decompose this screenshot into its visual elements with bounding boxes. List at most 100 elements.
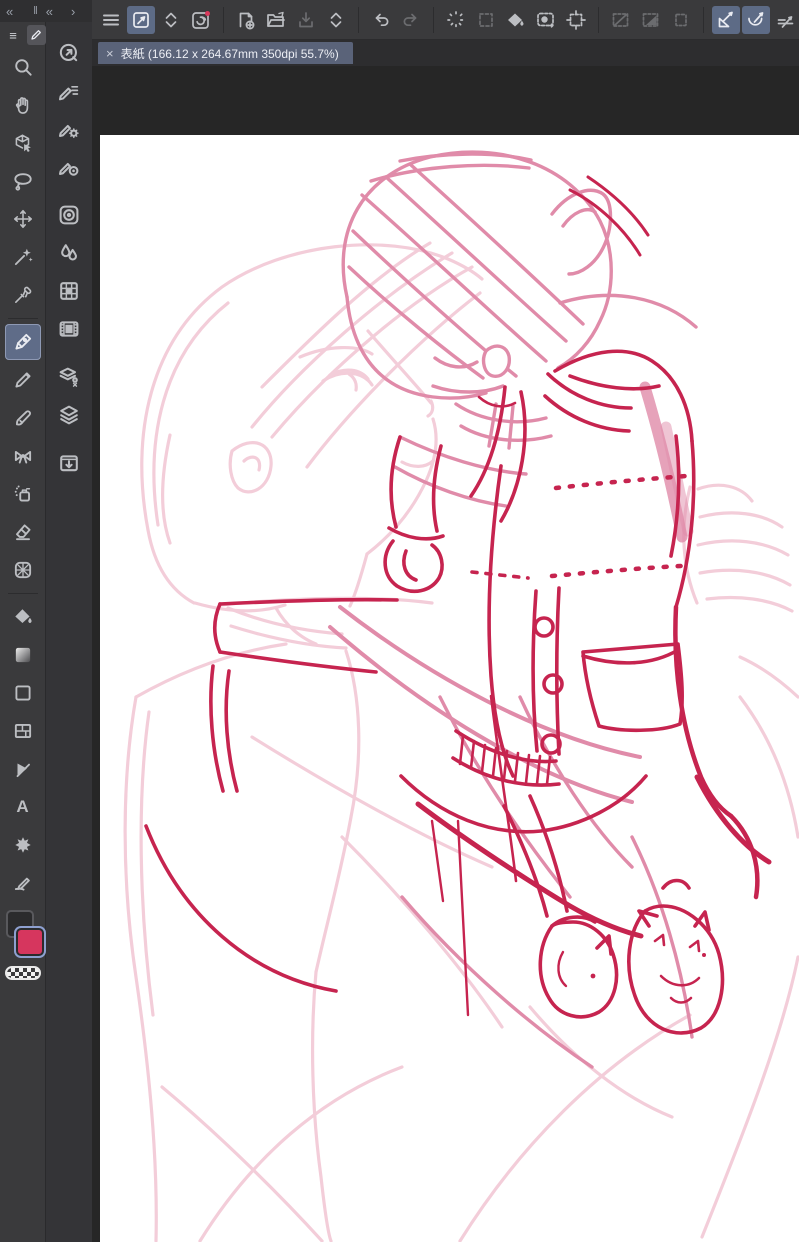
expand-dock-icon[interactable]: › xyxy=(71,4,75,19)
gradient-icon xyxy=(15,647,30,663)
fill-button[interactable] xyxy=(502,6,530,34)
palette-timeline[interactable] xyxy=(52,312,86,346)
hand-icon xyxy=(15,97,28,114)
save-chevrons-button[interactable] xyxy=(322,6,350,34)
divider xyxy=(598,6,599,33)
selection-launcher-line-button[interactable] xyxy=(607,6,635,34)
sub-color-swatch[interactable] xyxy=(15,928,44,956)
palette-color-set[interactable] xyxy=(52,274,86,308)
subtool-icon xyxy=(58,85,79,101)
brush-icon xyxy=(15,410,31,426)
new-document-button[interactable] xyxy=(232,6,260,34)
open-file-button[interactable] xyxy=(262,6,290,34)
tool-auto-select[interactable] xyxy=(5,239,41,275)
redo-button[interactable] xyxy=(397,6,425,34)
palette-sub-tool[interactable] xyxy=(52,74,86,108)
clip-studio-logo-icon xyxy=(192,10,210,29)
tool-blend[interactable] xyxy=(5,552,41,588)
tool-move-layer[interactable] xyxy=(5,201,41,237)
tool-palette: ≡ A xyxy=(0,22,46,1242)
close-icon[interactable]: × xyxy=(106,47,114,60)
tool-fill[interactable] xyxy=(5,599,41,635)
reselect-icon xyxy=(479,12,493,27)
dock-controls: « ‖ « › xyxy=(0,0,92,22)
tool-figure[interactable] xyxy=(5,675,41,711)
collapse-dock-left-icon[interactable]: « xyxy=(6,4,13,19)
tool-hand[interactable] xyxy=(5,87,41,123)
tool-pen[interactable] xyxy=(4,324,41,360)
menu-icon xyxy=(103,14,119,25)
palette-bar xyxy=(46,22,92,1242)
frame-panel-icon xyxy=(14,724,31,738)
new-document-icon xyxy=(239,12,255,29)
paste-material-button[interactable] xyxy=(532,6,560,34)
eyedropper-icon xyxy=(14,286,31,303)
selection-launcher-plain-button[interactable] xyxy=(667,6,695,34)
tool-decoration[interactable] xyxy=(5,438,41,474)
tool-text[interactable]: A xyxy=(5,789,41,825)
tool-eyedropper[interactable] xyxy=(5,277,41,313)
tool-pencil[interactable] xyxy=(5,362,41,398)
palette-material[interactable] xyxy=(52,446,86,480)
collapse-dock-icon[interactable]: « xyxy=(46,4,53,19)
palette-layer-property[interactable] xyxy=(52,360,86,394)
divider xyxy=(358,6,359,33)
zoom-icon xyxy=(14,59,32,76)
eraser-icon xyxy=(15,524,31,541)
tool-ruler[interactable] xyxy=(5,751,41,787)
deselect-button[interactable] xyxy=(442,6,470,34)
tool-correct-line[interactable] xyxy=(5,865,41,901)
dock-divider-glyph: ‖ xyxy=(33,5,38,17)
snap-ruler-icon xyxy=(718,11,733,27)
move-icon xyxy=(13,209,32,229)
sketch-artwork xyxy=(123,150,799,1242)
palette-menu-icon[interactable]: ≡ xyxy=(4,25,23,45)
palette-tool-property[interactable] xyxy=(52,112,86,146)
layer-property-icon xyxy=(59,367,78,387)
tool-balloon[interactable] xyxy=(5,827,41,863)
undo-button[interactable] xyxy=(367,6,395,34)
ribbon-bow-icon xyxy=(14,450,31,464)
palette-color-slider[interactable] xyxy=(52,236,86,270)
correct-line-icon xyxy=(14,877,30,891)
palette-brush-size[interactable] xyxy=(52,150,86,184)
layers-icon xyxy=(60,405,78,425)
tool-switch-chevrons-button[interactable] xyxy=(157,6,185,34)
tool-eraser[interactable] xyxy=(5,514,41,550)
save-button[interactable] xyxy=(292,6,320,34)
snap-to-special-ruler-button[interactable] xyxy=(742,5,770,34)
pencil-icon xyxy=(14,372,31,388)
object-cube-icon xyxy=(15,134,31,153)
clip-studio-logo-button[interactable] xyxy=(187,6,215,34)
divider xyxy=(703,6,704,33)
palette-layer[interactable] xyxy=(52,398,86,432)
tool-property-icon xyxy=(58,124,79,139)
airbrush-icon xyxy=(14,485,30,502)
chevron-updown-icon xyxy=(165,12,177,27)
undo-icon xyxy=(375,13,389,26)
document-tab[interactable]: × 表紙 (166.12 x 264.67mm 350dpi 55.7%) xyxy=(98,42,353,64)
snap-to-grid-button[interactable] xyxy=(772,6,799,34)
tool-airbrush[interactable] xyxy=(5,476,41,512)
tool-object[interactable] xyxy=(5,125,41,161)
snap-to-ruler-button[interactable] xyxy=(712,5,740,34)
tool-gradient[interactable] xyxy=(5,637,41,673)
operation-tool-toggle[interactable] xyxy=(127,5,155,34)
filmstrip-icon xyxy=(59,321,79,337)
deselect-burst-icon xyxy=(447,10,465,29)
selection-launcher-area-button[interactable] xyxy=(637,6,665,34)
tool-zoom[interactable] xyxy=(5,49,41,85)
canvas-page[interactable] xyxy=(100,135,799,1242)
tool-frame-border[interactable] xyxy=(5,713,41,749)
palette-quick-access[interactable] xyxy=(52,36,86,70)
palette-color-wheel[interactable] xyxy=(52,198,86,232)
main-menu-button[interactable] xyxy=(97,6,125,34)
tool-brush[interactable] xyxy=(5,400,41,436)
open-folder-icon xyxy=(267,11,285,27)
command-bar xyxy=(92,0,799,40)
change-canvas-size-button[interactable] xyxy=(562,6,590,34)
selection-area-icon xyxy=(642,12,659,27)
tool-lasso[interactable] xyxy=(5,163,41,199)
transparent-color-swatch[interactable] xyxy=(4,966,41,980)
reselect-button[interactable] xyxy=(472,6,500,34)
